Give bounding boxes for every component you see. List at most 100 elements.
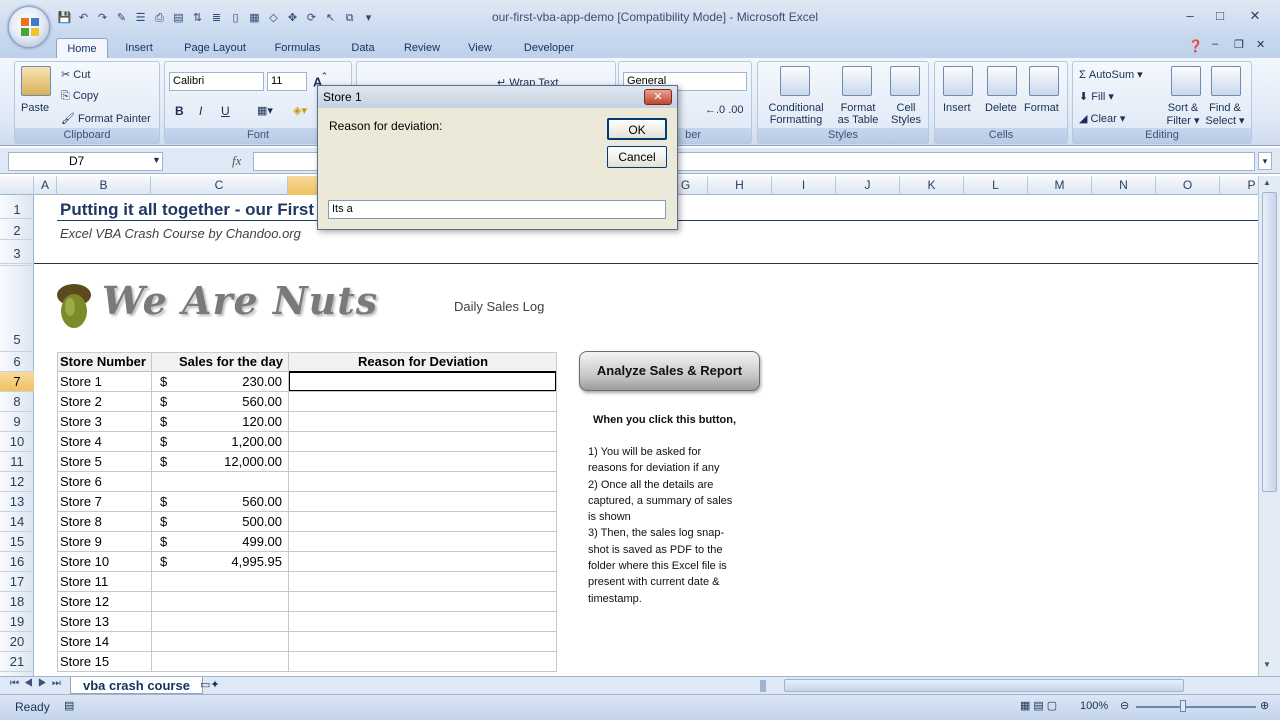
store-name-cell[interactable]: Store 11 — [60, 574, 108, 589]
ribbon-close-icon[interactable]: ✕ — [1256, 38, 1265, 51]
tab-formulas[interactable]: Formulas — [265, 38, 330, 58]
cell-styles-button[interactable]: Cell Styles — [886, 102, 926, 126]
column-header-l[interactable]: L — [964, 176, 1028, 195]
column-header-a[interactable]: A — [34, 176, 57, 195]
fill-color-icon[interactable]: ◈▾ — [293, 104, 307, 117]
sales-cell[interactable]: 120.00 — [160, 414, 282, 429]
font-name-combo[interactable]: Calibri — [169, 72, 264, 91]
row-header-19[interactable]: 19 — [0, 612, 34, 632]
clear-button[interactable]: ◢ Clear ▾ — [1079, 112, 1125, 125]
row-header-18[interactable]: 18 — [0, 592, 34, 612]
store-name-cell[interactable]: Store 1 — [60, 374, 102, 389]
tab-review[interactable]: Review — [397, 38, 447, 58]
tab-split-handle[interactable] — [760, 680, 766, 692]
row-header-10[interactable]: 10 — [0, 432, 34, 452]
column-header-i[interactable]: I — [772, 176, 836, 195]
autosum-button[interactable]: Σ AutoSum ▾ — [1079, 68, 1143, 81]
store-name-cell[interactable]: Store 7 — [60, 494, 102, 509]
horizontal-scroll-thumb[interactable] — [784, 679, 1184, 692]
minimize-button[interactable]: – — [1175, 8, 1205, 26]
row-header-12[interactable]: 12 — [0, 472, 34, 492]
font-size-combo[interactable]: 11 — [267, 72, 307, 91]
ribbon-restore-icon[interactable]: ❐ — [1234, 38, 1244, 51]
insert-button[interactable]: Insert — [943, 102, 971, 114]
store-name-cell[interactable]: Store 13 — [60, 614, 109, 629]
store-name-cell[interactable]: Store 2 — [60, 394, 102, 409]
store-name-cell[interactable]: Store 12 — [60, 594, 109, 609]
reason-input[interactable]: Its a — [328, 200, 666, 219]
tab-developer[interactable]: Developer — [515, 38, 583, 58]
column-header-p[interactable]: P — [1220, 176, 1258, 195]
store-name-cell[interactable]: Store 15 — [60, 654, 109, 669]
name-box-dropdown-icon[interactable]: ▼ — [152, 155, 161, 165]
borders-icon[interactable]: ▦▾ — [257, 104, 273, 117]
scroll-thumb[interactable] — [1262, 192, 1277, 492]
store-name-cell[interactable]: Store 9 — [60, 534, 102, 549]
row-header-6[interactable]: 6 — [0, 352, 34, 372]
store-name-cell[interactable]: Store 10 — [60, 554, 109, 569]
column-header-o[interactable]: O — [1156, 176, 1220, 195]
macro-record-icon[interactable]: ▤ — [64, 699, 74, 712]
underline-button[interactable]: U — [221, 104, 230, 118]
row-header-7[interactable]: 7 — [0, 372, 34, 392]
decimal-icons[interactable]: ←.0 .00 — [705, 104, 744, 116]
store-name-cell[interactable]: Store 5 — [60, 454, 102, 469]
sales-cell[interactable]: 4,995.95 — [160, 554, 282, 569]
ok-button[interactable]: OK — [607, 118, 667, 140]
zoom-level[interactable]: 100% — [1080, 700, 1108, 712]
fill-button[interactable]: ⬇ Fill ▾ — [1079, 90, 1114, 103]
sales-cell[interactable]: 500.00 — [160, 514, 282, 529]
row-header-3[interactable]: 3 — [0, 240, 34, 264]
copy-button[interactable]: ⎘ Copy — [61, 90, 99, 103]
row-header-8[interactable]: 8 — [0, 392, 34, 412]
sales-cell[interactable]: 1,200.00 — [160, 434, 282, 449]
fx-icon[interactable]: fx — [232, 153, 241, 169]
tab-home[interactable]: Home — [56, 38, 108, 58]
find-select-button[interactable]: Find & Select ▾ — [1203, 102, 1247, 127]
column-header-n[interactable]: N — [1092, 176, 1156, 195]
dialog-close-button[interactable]: ✕ — [644, 89, 672, 105]
name-box[interactable]: D7 — [8, 152, 163, 171]
analyze-sales-report-button[interactable]: Analyze Sales & Report — [579, 351, 760, 391]
row-header-14[interactable]: 14 — [0, 512, 34, 532]
row-header-9[interactable]: 9 — [0, 412, 34, 432]
scroll-up-icon[interactable]: ▲ — [1263, 178, 1271, 187]
row-header-2[interactable]: 2 — [0, 219, 34, 240]
sheet-nav-icons[interactable]: ⏮◀▶⏭ — [10, 678, 66, 689]
paste-icon[interactable] — [21, 66, 51, 96]
sales-cell[interactable]: 560.00 — [160, 494, 282, 509]
store-name-cell[interactable]: Store 8 — [60, 514, 102, 529]
zoom-slider[interactable] — [1136, 706, 1256, 708]
zoom-slider-thumb[interactable] — [1180, 700, 1186, 712]
paste-button[interactable]: Paste — [21, 102, 49, 114]
bold-button[interactable]: B — [175, 104, 184, 118]
help-icon[interactable]: ❓ — [1188, 39, 1203, 53]
vertical-scrollbar[interactable]: ▲ ▼ — [1258, 176, 1280, 676]
close-button[interactable]: ✕ — [1240, 8, 1270, 26]
selected-cell-d7[interactable] — [288, 371, 557, 392]
row-header-1[interactable]: 1 — [0, 195, 34, 219]
delete-button[interactable]: Delete — [985, 102, 1017, 114]
column-header-m[interactable]: M — [1028, 176, 1092, 195]
row-header-13[interactable]: 13 — [0, 492, 34, 512]
row-header-21[interactable]: 21 — [0, 652, 34, 672]
row-header-11[interactable]: 11 — [0, 452, 34, 472]
column-header-b[interactable]: B — [57, 176, 151, 195]
cut-button[interactable]: ✂ Cut — [61, 68, 90, 81]
sales-cell[interactable]: 560.00 — [160, 394, 282, 409]
format-button[interactable]: Format — [1024, 102, 1059, 114]
store-name-cell[interactable]: Store 14 — [60, 634, 109, 649]
italic-button[interactable]: I — [199, 104, 202, 118]
zoom-out-icon[interactable]: ⊖ — [1120, 699, 1129, 712]
expand-formula-icon[interactable]: ▾ — [1258, 152, 1272, 170]
sales-cell[interactable]: 12,000.00 — [160, 454, 282, 469]
sales-cell[interactable]: 230.00 — [160, 374, 282, 389]
maximize-button[interactable]: □ — [1205, 8, 1235, 26]
zoom-in-icon[interactable]: ⊕ — [1260, 699, 1269, 712]
tab-view[interactable]: View — [460, 38, 500, 58]
column-header-c[interactable]: C — [151, 176, 288, 195]
conditional-formatting-button[interactable]: Conditional Formatting — [765, 102, 827, 126]
store-name-cell[interactable]: Store 4 — [60, 434, 102, 449]
sheet-tab-vba-crash-course[interactable]: vba crash course — [70, 677, 203, 694]
column-header-j[interactable]: J — [836, 176, 900, 195]
